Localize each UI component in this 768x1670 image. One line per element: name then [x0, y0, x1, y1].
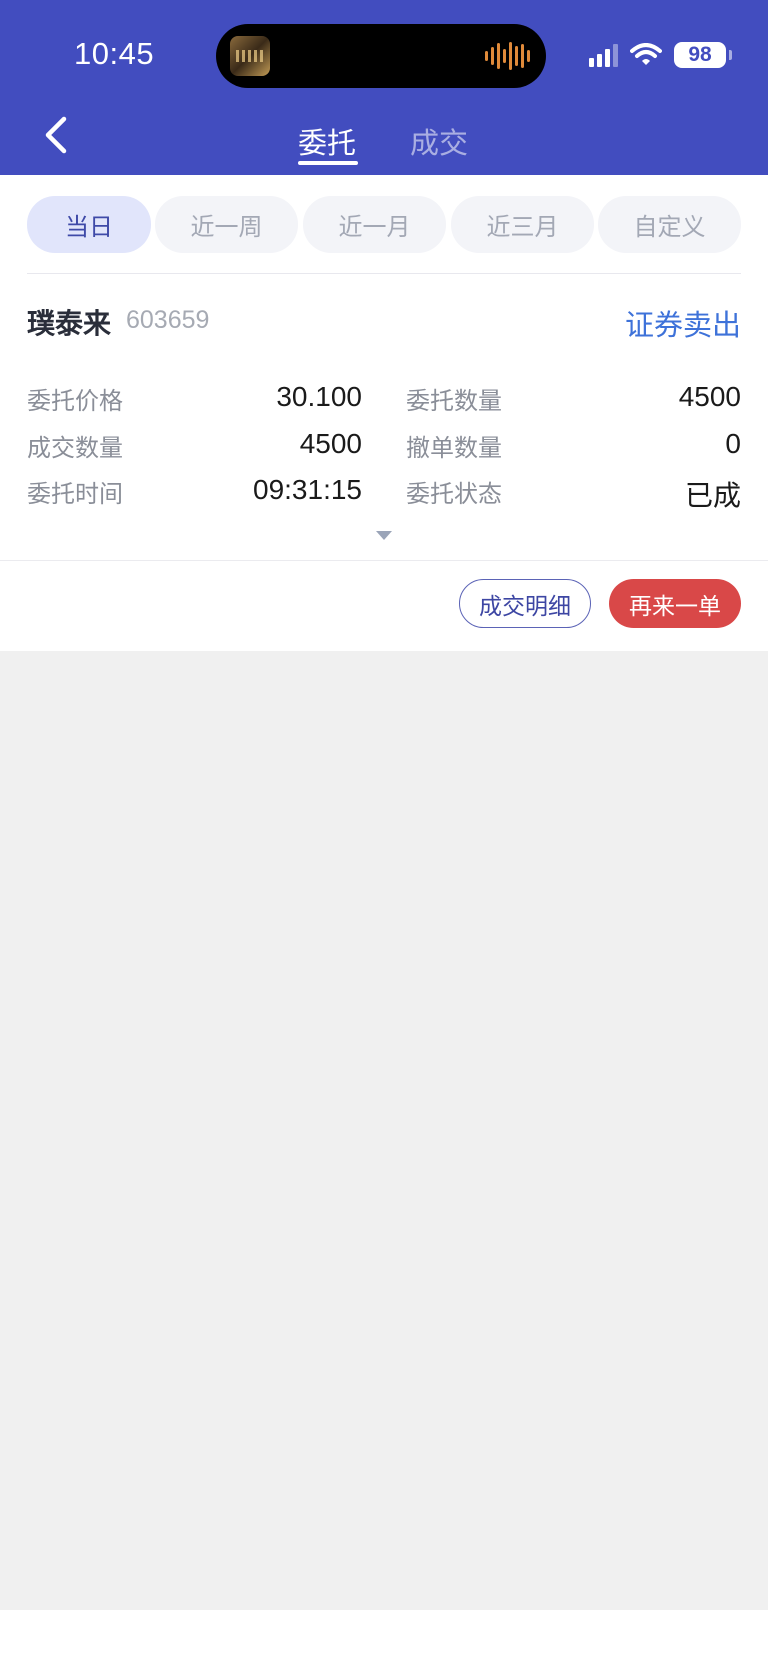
- audio-waveform-icon: [485, 41, 530, 71]
- price-value: 30.100: [276, 381, 362, 412]
- cancel-value: 0: [725, 428, 741, 459]
- filter-three-months[interactable]: 近三月: [451, 196, 594, 253]
- time-label: 委托时间: [27, 480, 123, 508]
- filled-label: 成交数量: [27, 434, 123, 462]
- divider: [0, 560, 768, 561]
- cancel-label: 撤单数量: [406, 434, 502, 462]
- quantity-label: 委托数量: [406, 387, 502, 415]
- dynamic-island[interactable]: [216, 24, 546, 88]
- header-bar: 10:45 98 委托 成交: [0, 0, 768, 175]
- back-arrow-icon[interactable]: [40, 115, 74, 155]
- bottom-bar: [0, 1610, 768, 1670]
- filter-month[interactable]: 近一月: [303, 196, 446, 253]
- filter-custom[interactable]: 自定义: [598, 196, 741, 253]
- stock-name: 璞泰来: [27, 307, 112, 340]
- order-side: 证券卖出: [624, 308, 741, 342]
- reorder-button[interactable]: 再来一单: [609, 579, 741, 628]
- status-value: 已成: [684, 479, 741, 512]
- battery-icon: 98: [674, 42, 732, 68]
- now-playing-artwork-icon: [230, 36, 270, 76]
- cellular-signal-icon: [589, 43, 618, 67]
- filled-value: 4500: [299, 428, 362, 459]
- divider: [27, 273, 741, 274]
- stock-code: 603659: [126, 306, 210, 334]
- deal-detail-button[interactable]: 成交明细: [459, 579, 591, 628]
- price-label: 委托价格: [27, 387, 123, 415]
- expand-triangle-icon[interactable]: [376, 531, 392, 540]
- time-value: 09:31:15: [253, 474, 362, 505]
- tab-entrust[interactable]: 委托: [298, 120, 356, 162]
- filter-week[interactable]: 近一周: [155, 196, 298, 253]
- active-tab-indicator: [298, 161, 358, 165]
- status-time: 10:45: [74, 36, 155, 71]
- tab-deal[interactable]: 成交: [410, 120, 468, 162]
- status-indicators: 98: [589, 42, 732, 68]
- filter-today[interactable]: 当日: [27, 196, 151, 253]
- wifi-icon: [630, 43, 662, 65]
- quantity-value: 4500: [678, 381, 741, 412]
- status-label: 委托状态: [406, 480, 502, 508]
